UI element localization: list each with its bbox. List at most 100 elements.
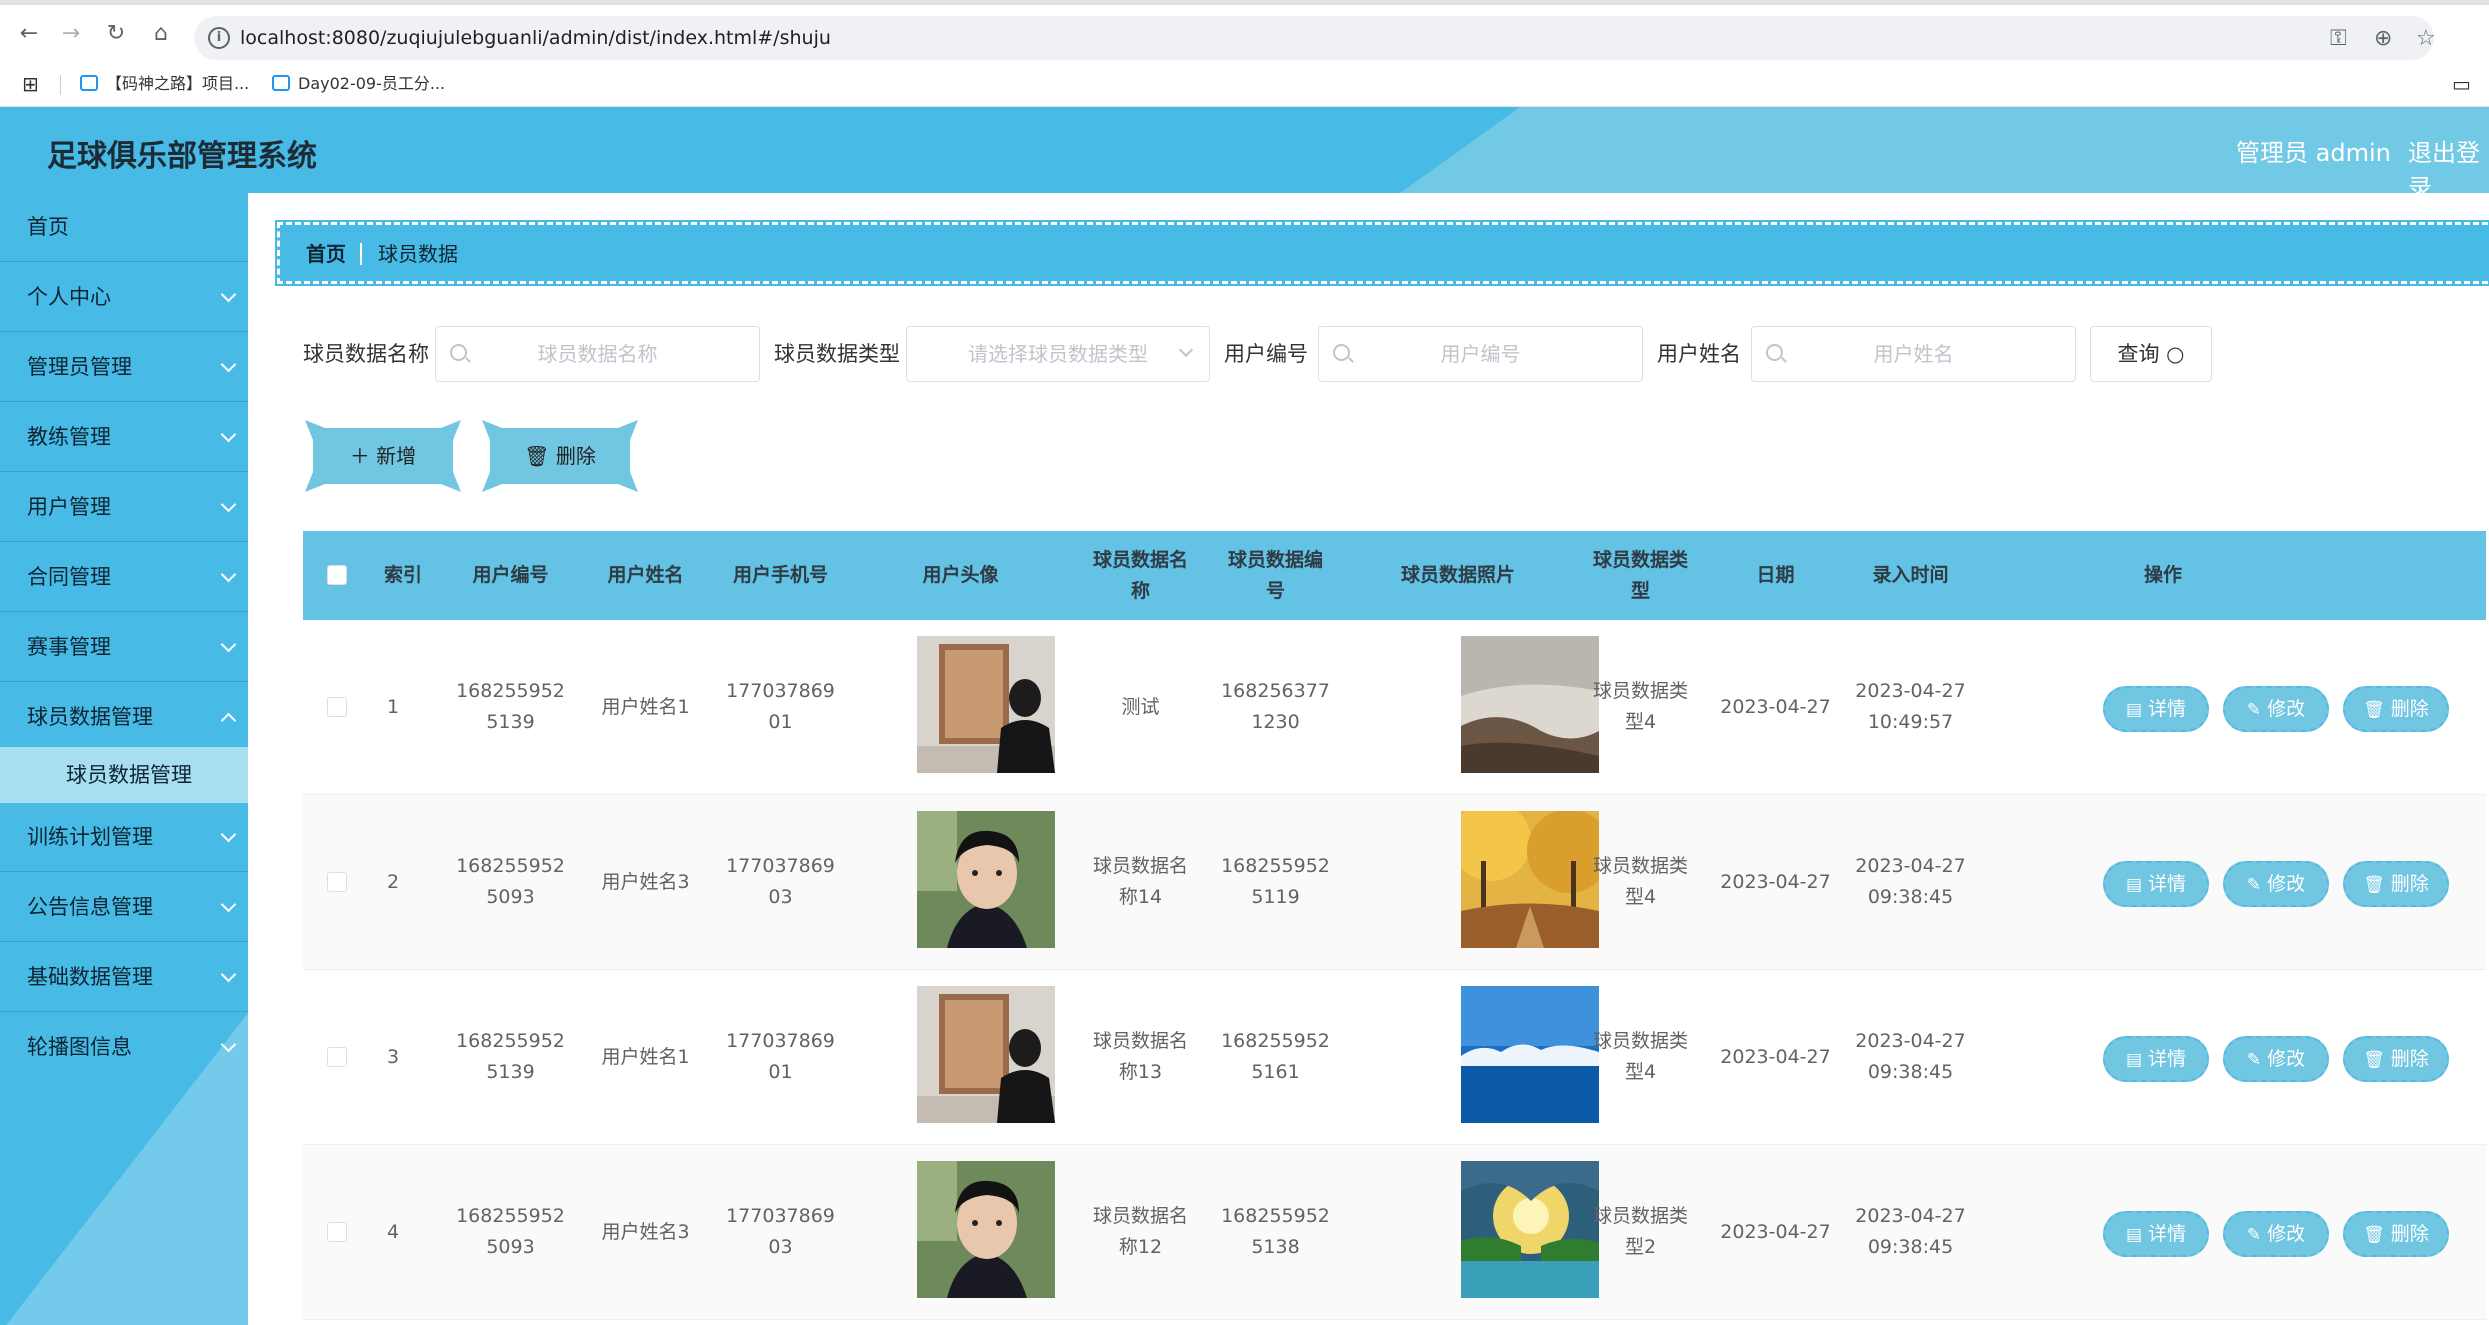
cell-date: 2023-04-27 bbox=[1720, 1045, 1831, 1068]
cell-data-type: 球员数据类 型4 bbox=[1592, 1030, 1688, 1083]
detail-button[interactable]: ▤ 详情 bbox=[2103, 1211, 2209, 1257]
filter-userno-input[interactable]: 用户编号 bbox=[1318, 326, 1643, 382]
col-data-no: 球员数据编号 bbox=[1227, 548, 1323, 602]
cell-date: 2023-04-27 bbox=[1720, 1220, 1831, 1243]
sidebar-item-users[interactable]: 用户管理 bbox=[0, 473, 248, 542]
user-avatar[interactable] bbox=[917, 986, 1055, 1123]
breadcrumb-home[interactable]: 首页 bbox=[306, 225, 346, 283]
system-title: 足球俱乐部管理系统 bbox=[47, 139, 317, 174]
user-avatar[interactable] bbox=[917, 1161, 1055, 1298]
sidebar-item-coaches[interactable]: 教练管理 bbox=[0, 403, 248, 472]
sidebar-item-admins[interactable]: 管理员管理 bbox=[0, 333, 248, 402]
chevron-down-icon bbox=[220, 426, 237, 443]
bookmark-item-1[interactable]: 【码神之路】项目... bbox=[80, 71, 249, 97]
edit-button[interactable]: ✎ 修改 bbox=[2223, 1211, 2329, 1257]
zoom-icon[interactable]: ⊕ bbox=[2374, 26, 2392, 51]
cell-data-type: 球员数据类 型4 bbox=[1592, 680, 1688, 733]
sidebar-item-carousel[interactable]: 轮播图信息 bbox=[0, 1013, 248, 1082]
table-row: 2 168255952 5093 用户姓名3 177037869 03 球员数据名称… bbox=[303, 795, 2486, 970]
sidebar-item-basic-data[interactable]: 基础数据管理 bbox=[0, 943, 248, 1012]
col-phone: 用户手机号 bbox=[732, 564, 828, 586]
chevron-down-icon bbox=[220, 356, 237, 373]
sidebar-item-home[interactable]: 首页 bbox=[0, 193, 248, 262]
cell-data-name: 球员数据名 称13 bbox=[1092, 1030, 1188, 1083]
row-checkbox[interactable] bbox=[327, 697, 347, 717]
bookmarks-bar: ⊞ 【码神之路】项目... Day02-09-员工分... ▭ bbox=[0, 63, 2489, 107]
sidebar-item-profile[interactable]: 个人中心 bbox=[0, 263, 248, 332]
user-avatar[interactable] bbox=[917, 636, 1055, 773]
sidebar-item-player-data[interactable]: 球员数据管理 bbox=[0, 683, 248, 752]
corner-decoration bbox=[618, 472, 638, 492]
detail-button[interactable]: ▤ 详情 bbox=[2103, 1036, 2209, 1082]
cell-data-no: 168256377 1230 bbox=[1221, 680, 1330, 733]
url-bar[interactable]: i localhost:8080/zuqiujulebguanli/admin/… bbox=[194, 16, 2436, 60]
col-username: 用户姓名 bbox=[607, 564, 684, 586]
chevron-up-icon bbox=[220, 712, 237, 729]
logout-link[interactable]: 退出登录 bbox=[2408, 133, 2489, 193]
corner-decoration bbox=[305, 420, 325, 440]
col-userno: 用户编号 bbox=[472, 564, 549, 586]
select-all-checkbox[interactable] bbox=[327, 565, 347, 585]
filter-type-select[interactable]: 请选择球员数据类型 bbox=[906, 326, 1210, 382]
cell-data-name: 球员数据名 称14 bbox=[1092, 855, 1188, 908]
detail-button[interactable]: ▤ 详情 bbox=[2103, 686, 2209, 732]
bookmarks-divider bbox=[60, 75, 61, 95]
row-checkbox[interactable] bbox=[327, 872, 347, 892]
chevron-down-icon bbox=[220, 896, 237, 913]
row-checkbox[interactable] bbox=[327, 1047, 347, 1067]
cell-username: 用户姓名1 bbox=[601, 695, 690, 718]
sidebar-item-notices[interactable]: 公告信息管理 bbox=[0, 873, 248, 942]
chevron-down-icon bbox=[220, 496, 237, 513]
sidebar-item-matches[interactable]: 赛事管理 bbox=[0, 613, 248, 682]
bookmark-star-icon[interactable]: ☆ bbox=[2416, 26, 2436, 51]
chevron-down-icon bbox=[220, 636, 237, 653]
user-avatar[interactable] bbox=[917, 811, 1055, 948]
chevron-down-icon bbox=[220, 286, 237, 303]
sidebar-subitem-player-data[interactable]: 球员数据管理 bbox=[0, 747, 248, 803]
col-photo: 球员数据照片 bbox=[1400, 564, 1515, 586]
sidebar-item-training[interactable]: 训练计划管理 bbox=[0, 803, 248, 872]
delete-button[interactable]: 🗑 删除 bbox=[2343, 861, 2449, 907]
delete-button[interactable]: 🗑 删除 bbox=[2343, 686, 2449, 732]
delete-button[interactable]: 🗑 删除 bbox=[2343, 1036, 2449, 1082]
batch-delete-button[interactable]: 🗑 删除 bbox=[482, 420, 638, 492]
corner-decoration bbox=[482, 420, 502, 440]
add-button[interactable]: ＋ 新增 bbox=[305, 420, 461, 492]
edit-button[interactable]: ✎ 修改 bbox=[2223, 1036, 2329, 1082]
col-index: 索引 bbox=[383, 564, 422, 586]
cell-index: 2 bbox=[386, 870, 400, 893]
detail-button[interactable]: ▤ 详情 bbox=[2103, 861, 2209, 907]
filter-username-input[interactable]: 用户姓名 bbox=[1751, 326, 2076, 382]
back-icon[interactable]: ← bbox=[14, 19, 44, 49]
sidebar-item-contracts[interactable]: 合同管理 bbox=[0, 543, 248, 612]
delete-button[interactable]: 🗑 删除 bbox=[2343, 1211, 2449, 1257]
apps-grid-icon[interactable]: ⊞ bbox=[22, 71, 39, 97]
site-info-icon[interactable]: i bbox=[208, 27, 230, 49]
filter-name-input[interactable]: 球员数据名称 bbox=[435, 326, 760, 382]
cell-userno: 168255952 5093 bbox=[456, 1205, 565, 1258]
cell-data-type: 球员数据类 型2 bbox=[1592, 1205, 1688, 1258]
cell-phone: 177037869 01 bbox=[726, 1030, 835, 1083]
reload-icon[interactable]: ↻ bbox=[101, 19, 131, 49]
corner-decoration bbox=[305, 472, 325, 492]
bilibili-icon bbox=[272, 75, 290, 91]
row-checkbox[interactable] bbox=[327, 1222, 347, 1242]
cell-phone: 177037869 03 bbox=[726, 1205, 835, 1258]
forward-icon[interactable]: → bbox=[56, 19, 86, 49]
cell-data-no: 168255952 5119 bbox=[1221, 855, 1330, 908]
home-icon[interactable]: ⌂ bbox=[146, 19, 176, 49]
bookmark-item-2[interactable]: Day02-09-员工分... bbox=[272, 71, 445, 97]
query-button[interactable]: 查询 ○ bbox=[2090, 326, 2212, 382]
col-ops: 操作 bbox=[2143, 564, 2182, 586]
password-key-icon[interactable]: ⚿ bbox=[2330, 26, 2347, 51]
edit-button[interactable]: ✎ 修改 bbox=[2223, 861, 2329, 907]
cell-date: 2023-04-27 bbox=[1720, 695, 1831, 718]
table-header: 索引 用户编号 用户姓名 用户手机号 用户头像 球员数据名称 球员数据编号 球员… bbox=[303, 531, 2486, 620]
cell-userno: 168255952 5093 bbox=[456, 855, 565, 908]
trash-icon: 🗑 bbox=[524, 444, 550, 468]
folder-icon[interactable]: ▭ bbox=[2452, 71, 2471, 97]
cell-userno: 168255952 5139 bbox=[456, 680, 565, 733]
col-data-name: 球员数据名称 bbox=[1092, 548, 1188, 602]
edit-button[interactable]: ✎ 修改 bbox=[2223, 686, 2329, 732]
table-row: 1 168255952 5139 用户姓名1 177037869 01 测试 168… bbox=[303, 620, 2486, 795]
